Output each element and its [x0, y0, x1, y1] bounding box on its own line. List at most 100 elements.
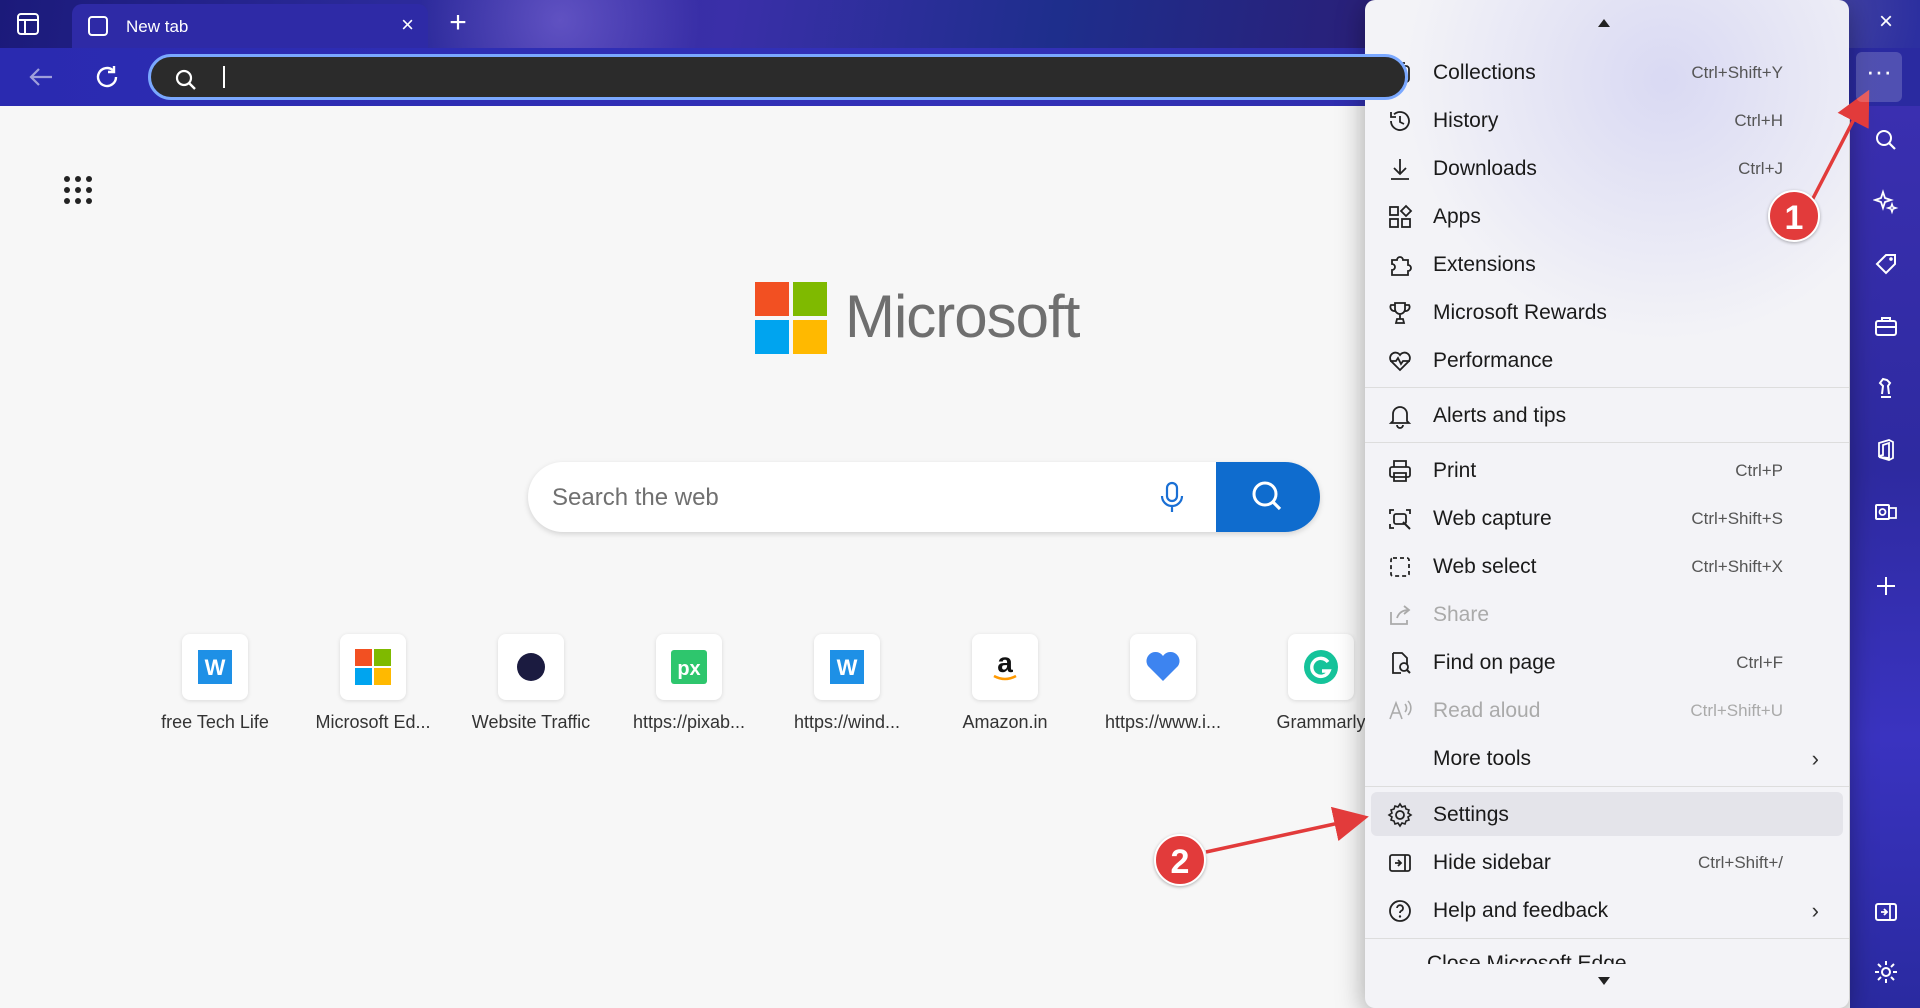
read-aloud-icon: [1387, 698, 1413, 724]
menu-item-shortcut: Ctrl+J: [1738, 159, 1783, 178]
menu-item-label: Print: [1433, 459, 1477, 482]
address-bar-caret: [223, 66, 225, 88]
svg-text:W: W: [837, 655, 858, 680]
similarweb-icon: [498, 634, 564, 700]
menu-item-collections[interactable]: Collections Ctrl+Shift+Y: [1371, 50, 1843, 94]
history-icon: [1387, 108, 1413, 134]
menu-item-label: Find on page: [1433, 651, 1556, 674]
quick-link-tile[interactable]: px https://pixab...: [624, 634, 754, 733]
menu-item-label: History: [1433, 109, 1499, 132]
games-chess-icon[interactable]: [1868, 370, 1904, 406]
search-input[interactable]: Search the web: [552, 484, 719, 512]
menu-item-extensions[interactable]: Extensions: [1371, 242, 1843, 286]
menu-item-shortcut: Ctrl+Shift+S: [1691, 509, 1783, 528]
window-close-button[interactable]: ×: [1866, 8, 1906, 40]
tools-briefcase-icon[interactable]: [1868, 308, 1904, 344]
menu-item-label: Read aloud: [1433, 699, 1541, 722]
tab-actions-icon[interactable]: [14, 10, 58, 40]
menu-item-shortcut: Ctrl+F: [1736, 653, 1783, 672]
menu-item-microsoft-rewards[interactable]: Microsoft Rewards: [1371, 290, 1843, 334]
tab-close-icon[interactable]: ×: [401, 14, 414, 36]
quick-link-tile[interactable]: W free Tech Life: [150, 634, 280, 733]
microsoft-logo-icon: [340, 634, 406, 700]
hide-sidebar-icon: [1387, 850, 1413, 876]
quick-link-label: https://www.i...: [1104, 712, 1222, 732]
right-sidebar: [1850, 106, 1920, 1008]
new-tab-favicon-icon: [88, 16, 108, 36]
apps-icon: [1387, 204, 1413, 230]
quick-link-tile[interactable]: https://www.i...: [1098, 634, 1228, 733]
menu-item-more-tools[interactable]: More tools ›: [1371, 736, 1843, 780]
menu-item-print[interactable]: Print Ctrl+P: [1371, 448, 1843, 492]
menu-item-downloads[interactable]: Downloads Ctrl+J: [1371, 146, 1843, 190]
menu-item-web-select[interactable]: Web select Ctrl+Shift+X: [1371, 544, 1843, 588]
menu-item-alerts-and-tips[interactable]: Alerts and tips: [1371, 393, 1843, 437]
help-icon: [1387, 898, 1413, 924]
menu-separator: [1365, 442, 1849, 443]
sidebar-settings-icon[interactable]: [1868, 954, 1904, 990]
gear-icon: [1387, 802, 1413, 828]
copilot-sparkle-icon[interactable]: [1868, 184, 1904, 220]
svg-text:W: W: [205, 655, 226, 680]
menu-item-performance[interactable]: Performance: [1371, 338, 1843, 382]
svg-text:a: a: [997, 650, 1013, 678]
menu-item-find-on-page[interactable]: Find on page Ctrl+F: [1371, 640, 1843, 684]
find-icon: [1387, 650, 1413, 676]
menu-item-share: Share: [1371, 592, 1843, 636]
menu-item-label: Share: [1433, 603, 1490, 626]
menu-item-settings[interactable]: Settings: [1371, 792, 1843, 836]
menu-item-help-and-feedback[interactable]: Help and feedback ›: [1371, 888, 1843, 932]
settings-and-more-menu: Collections Ctrl+Shift+Y History Ctrl+H …: [1365, 0, 1849, 1008]
quick-link-label: free Tech Life: [161, 712, 269, 732]
menu-item-label: Hide sidebar: [1433, 851, 1551, 874]
menu-item-label: Extensions: [1433, 253, 1536, 276]
menu-item-history[interactable]: History Ctrl+H: [1371, 98, 1843, 142]
quick-link-tile[interactable]: a Amazon.in: [940, 634, 1070, 733]
printer-icon: [1387, 458, 1413, 484]
reload-button[interactable]: [92, 62, 124, 94]
add-sidebar-app-icon[interactable]: [1868, 568, 1904, 604]
shopping-tag-icon[interactable]: [1868, 246, 1904, 282]
menu-item-label: More tools: [1433, 747, 1532, 770]
quick-link-label: Amazon.in: [962, 712, 1048, 732]
microphone-icon[interactable]: [1156, 480, 1188, 514]
app-launcher-icon[interactable]: [62, 174, 94, 206]
settings-and-more-button[interactable]: ···: [1856, 52, 1902, 102]
menu-item-label: Apps: [1433, 205, 1481, 228]
menu-item-label: Settings: [1433, 803, 1509, 826]
new-tab-button[interactable]: +: [442, 8, 474, 40]
web-capture-icon: [1387, 506, 1413, 532]
menu-item-web-capture[interactable]: Web capture Ctrl+Shift+S: [1371, 496, 1843, 540]
quick-link-label: https://wind...: [793, 712, 901, 732]
quick-link-tile[interactable]: Website Traffic: [466, 634, 596, 733]
outlook-icon[interactable]: [1868, 494, 1904, 530]
menu-item-shortcut: Ctrl+Shift+X: [1691, 557, 1783, 576]
quick-link-tile[interactable]: Microsoft Ed...: [308, 634, 438, 733]
svg-text:px: px: [677, 658, 700, 680]
web-select-icon: [1387, 554, 1413, 580]
menu-item-label: Web capture: [1433, 507, 1552, 530]
office-icon[interactable]: [1868, 432, 1904, 468]
search-submit-button[interactable]: [1216, 462, 1320, 532]
menu-item-hide-sidebar[interactable]: Hide sidebar Ctrl+Shift+/: [1371, 840, 1843, 884]
chevron-right-icon: ›: [1811, 898, 1819, 923]
tab-new-tab[interactable]: New tab ×: [72, 4, 428, 48]
address-bar[interactable]: [148, 54, 1408, 100]
heartbeat-icon: [1387, 348, 1413, 374]
quick-link-tile[interactable]: W https://wind...: [782, 634, 912, 733]
scroll-up-icon[interactable]: [1597, 18, 1611, 28]
back-button[interactable]: [26, 62, 58, 94]
menu-separator: [1365, 938, 1849, 939]
scroll-down-icon[interactable]: [1597, 976, 1611, 986]
web-search-box[interactable]: Search the web: [528, 462, 1320, 532]
menu-item-shortcut: Ctrl+H: [1734, 111, 1783, 130]
menu-item-read-aloud: Read aloud Ctrl+Shift+U: [1371, 688, 1843, 732]
search-icon: [175, 69, 197, 91]
hide-sidebar-icon[interactable]: [1868, 894, 1904, 930]
menu-separator: [1365, 786, 1849, 787]
quick-link-label: Website Traffic: [471, 712, 591, 732]
menu-item-shortcut: Ctrl+Shift+/: [1697, 853, 1783, 872]
grammarly-icon: [1288, 634, 1354, 700]
search-icon[interactable]: [1868, 122, 1904, 158]
menu-item-close-edge[interactable]: Close Microsoft Edge: [1427, 952, 1627, 964]
